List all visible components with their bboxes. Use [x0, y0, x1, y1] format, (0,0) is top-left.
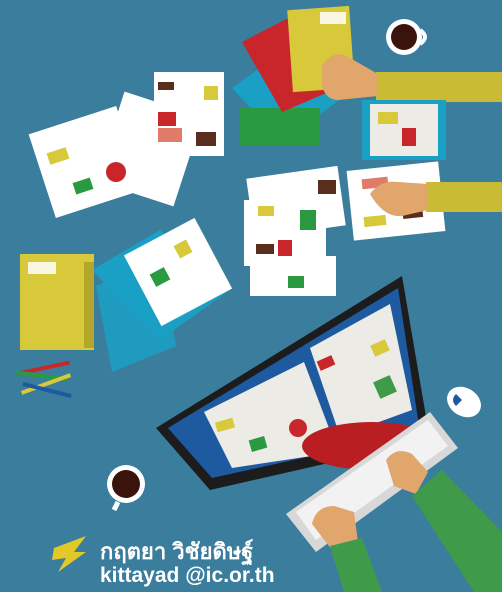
document-right	[362, 100, 446, 160]
author-email: kittayad @ic.or.th	[100, 564, 275, 587]
lightning-bolt-icon	[52, 536, 86, 572]
hand-right-middle	[370, 181, 502, 217]
folder-yellow-left	[20, 254, 94, 350]
desk-illustration	[0, 0, 502, 592]
